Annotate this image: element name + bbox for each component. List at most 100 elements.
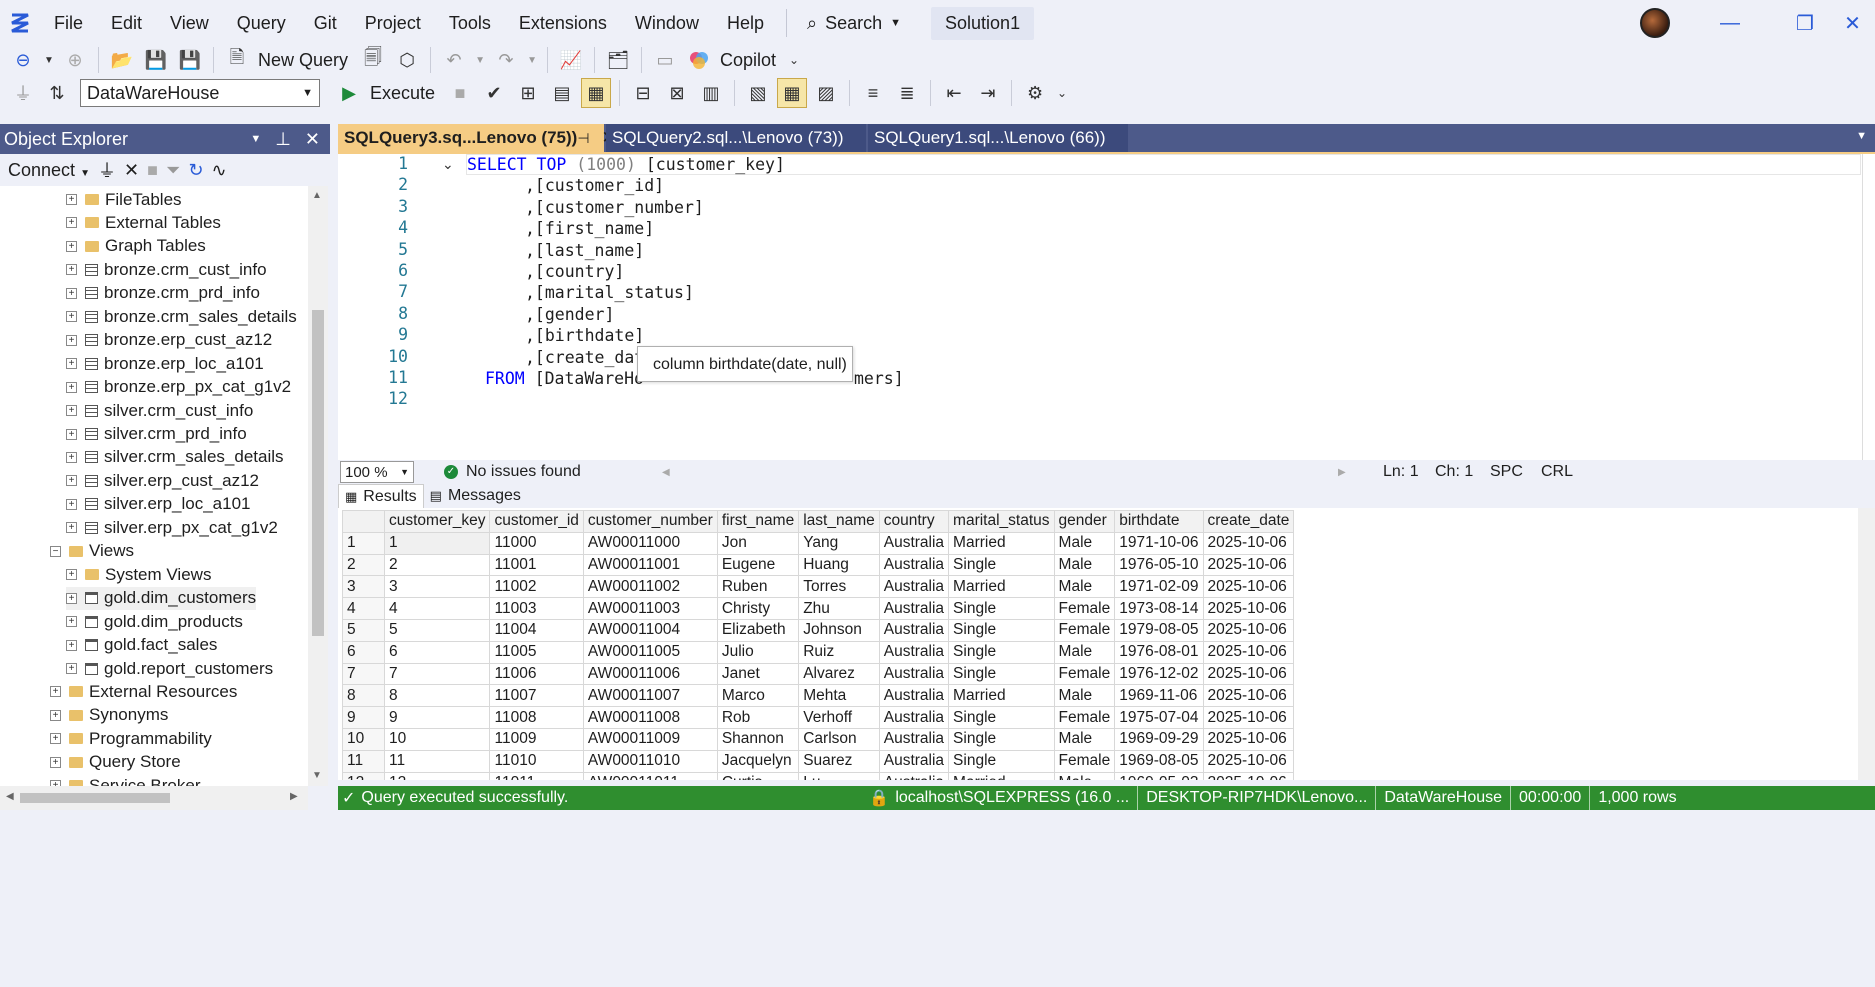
grid-cell[interactable]: Curtis [716,771,800,780]
grid-cell[interactable]: 4 [383,597,491,620]
tree-node[interactable]: + Programmability [50,727,212,750]
connect-button[interactable]: Connect ▼ [8,160,90,181]
tree-node[interactable]: + bronze.erp_cust_az12 [66,329,272,352]
grid-cell[interactable]: Male [1053,684,1116,708]
grid-cell[interactable]: 3 [383,575,491,599]
tab-messages[interactable]: ▤ Messages [424,484,527,508]
grid-cell[interactable]: Janet [716,662,800,686]
grid-cell[interactable]: Single [948,640,1055,664]
grid-cell[interactable]: Male [1053,575,1116,599]
grid-cell[interactable]: 2025-10-06 [1202,618,1295,642]
tree-node[interactable]: − Views [50,540,134,563]
toolbar-overflow-icon[interactable]: ⌄ [786,45,802,75]
tab-overflow-icon[interactable]: ▼ [1856,130,1867,142]
grid-cell[interactable]: AW00011009 [582,727,718,751]
stop-icon[interactable]: ■ [147,160,158,181]
grid-cell[interactable]: AW00011005 [582,640,718,664]
tree-node[interactable]: + silver.crm_sales_details [66,446,284,469]
grid-cell[interactable]: Ruben [716,575,800,599]
tab-sqlquery1[interactable]: SQLQuery1.sql...\Lenovo (66)) [868,124,1128,152]
grid-cell[interactable]: 1979-08-05 [1114,618,1204,642]
grid-cell[interactable]: Australia [878,662,950,686]
dropdown-icon[interactable]: ▼ [473,45,487,75]
specify-values-icon[interactable]: ⚙ [1020,78,1050,108]
grid-cell[interactable]: 12 [383,771,491,780]
grid-cell[interactable]: Married [948,771,1055,780]
grid-cell[interactable]: Jacquelyn [716,749,800,773]
grid-cell[interactable]: 11001 [489,553,584,577]
grid-cell[interactable]: Huang [798,553,880,577]
database-select[interactable]: DataWareHouse ▼ [80,79,320,107]
zoom-select[interactable]: 100 % ▼ [340,461,414,483]
grid-cell[interactable]: 1 [383,531,491,555]
grid-cell[interactable]: AW00011006 [582,662,718,686]
chevron-down-icon[interactable]: ▼ [250,133,261,145]
row-number[interactable]: 7 [342,662,385,686]
grid-cell[interactable]: Female [1053,597,1116,620]
grid-cell[interactable]: 11 [383,749,491,773]
connect-plug-icon[interactable]: ⏚ [8,78,38,108]
tree-node[interactable]: + silver.erp_px_cat_g1v2 [66,516,278,539]
grid-cell[interactable]: 1973-08-14 [1114,597,1204,620]
tree-node[interactable]: + gold.dim_products [66,610,243,633]
grid-cell[interactable]: Single [948,749,1055,773]
row-number[interactable]: 5 [342,618,385,642]
expand-icon[interactable]: + [66,405,77,417]
grid-cell[interactable]: 11000 [489,531,584,555]
grid-cell[interactable]: 11007 [489,684,584,708]
client-statistics-icon[interactable]: ▥ [696,78,726,108]
tree-node[interactable]: + Synonyms [50,704,168,727]
grid-vertical-scrollbar[interactable] [1858,508,1875,780]
scroll-right-icon[interactable]: ▶ [1338,467,1346,478]
expand-icon[interactable]: + [66,498,77,510]
uncomment-icon[interactable]: ≣ [892,78,922,108]
grid-cell[interactable]: Female [1053,618,1116,642]
analysis-query-icon[interactable]: ⬡ [392,45,422,75]
grid-cell[interactable]: 2025-10-06 [1202,553,1295,577]
grid-cell[interactable]: Verhoff [798,706,880,729]
grid-cell[interactable]: Female [1053,662,1116,686]
grid-cell[interactable]: Suarez [798,749,880,773]
expand-icon[interactable]: + [66,264,77,276]
row-number[interactable]: 2 [342,553,385,577]
expand-icon[interactable]: + [50,756,61,768]
grid-cell[interactable]: Jon [716,531,800,555]
grid-cell[interactable]: Single [948,553,1055,577]
grid-cell[interactable]: AW00011007 [582,684,718,708]
grid-cell[interactable]: 11006 [489,662,584,686]
grid-cell[interactable]: Australia [878,597,950,620]
grid-cell[interactable]: Christy [716,597,800,620]
tree-horizontal-thumb[interactable] [20,793,170,803]
expand-icon[interactable]: + [66,592,77,604]
tree-node[interactable]: + bronze.erp_px_cat_g1v2 [66,376,291,399]
pin-icon[interactable]: ⊥ [275,129,291,150]
results-to-grid-icon[interactable]: ▦ [777,78,808,108]
tree-node[interactable]: + bronze.crm_sales_details [66,305,297,328]
row-number[interactable]: 1 [342,531,385,555]
grid-cell[interactable]: AW00011010 [582,749,718,773]
grid-cell[interactable]: Single [948,706,1055,729]
grid-cell[interactable]: Australia [878,684,950,708]
grid-cell[interactable]: 1969-09-29 [1114,727,1204,751]
expand-icon[interactable]: + [66,194,77,205]
increase-indent-icon[interactable]: ⇥ [973,78,1003,108]
live-statistics-icon[interactable]: ⊠ [662,78,692,108]
grid-cell[interactable]: Australia [878,553,950,577]
column-header[interactable]: country [878,510,950,533]
tree-node[interactable]: + bronze.crm_prd_info [66,282,260,305]
column-header[interactable]: customer_key [383,510,491,533]
grid-cell[interactable]: Ruiz [798,640,880,664]
estimated-plan-icon[interactable]: ⊞ [513,78,543,108]
grid-cell[interactable]: 2025-10-06 [1202,575,1295,599]
grid-cell[interactable]: AW00011002 [582,575,718,599]
grid-cell[interactable]: 1971-10-06 [1114,531,1204,555]
grid-cell[interactable]: 11005 [489,640,584,664]
grid-cell[interactable]: 11009 [489,727,584,751]
redo-icon[interactable]: ↷ [491,45,521,75]
row-number[interactable]: 8 [342,684,385,708]
tree-node[interactable]: + gold.report_customers [66,657,273,680]
issues-status[interactable]: No issues found [466,463,581,481]
grid-cell[interactable]: AW00011011 [582,771,718,780]
expand-icon[interactable]: + [66,428,77,440]
actual-plan-icon[interactable]: ⊟ [628,78,658,108]
